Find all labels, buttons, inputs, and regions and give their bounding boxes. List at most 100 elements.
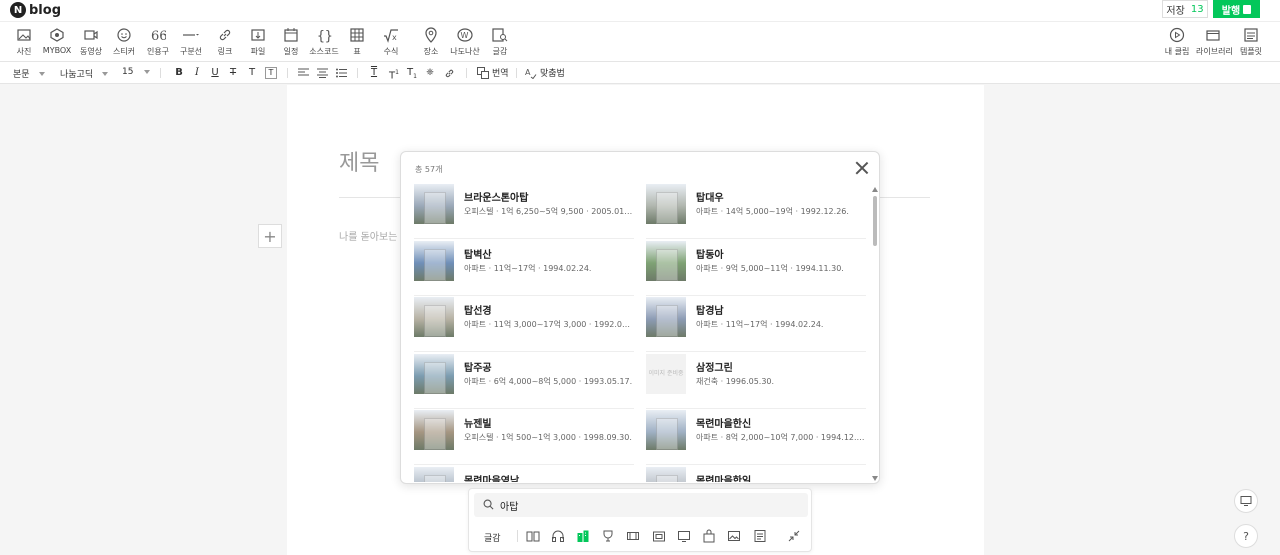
table-icon <box>350 28 364 42</box>
tv-icon[interactable] <box>652 529 666 543</box>
result-item[interactable]: 뉴젠빌 오피스텔 · 1억 500~1억 3,000 · 1998.09.30. <box>414 408 634 465</box>
calendar-icon <box>284 28 298 42</box>
result-item[interactable]: 탑경남 아파트 · 11억~17억 · 1994.02.24. <box>646 295 866 352</box>
toolbar-item-quote[interactable]: 66 인용구 <box>141 27 175 57</box>
publish-button[interactable]: 발행 <box>1213 0 1260 18</box>
building-thumbnail <box>646 240 686 281</box>
result-item[interactable]: 탑선경 아파트 · 11억 3,000~17억 3,000 · 1992.08..… <box>414 295 634 352</box>
result-item[interactable]: 이미지 준비중 삼정그린 재건축 · 1996.05.30. <box>646 352 866 409</box>
scrollbar-thumb[interactable] <box>873 196 877 246</box>
monitor-icon[interactable] <box>677 529 691 543</box>
save-count: 13 <box>1190 3 1204 15</box>
font-size-select[interactable]: 15 <box>122 67 151 77</box>
search-input[interactable] <box>500 497 780 513</box>
publish-label: 발행 <box>1221 5 1241 17</box>
result-item[interactable]: 목련마을한신 아파트 · 8억 2,000~10억 7,000 · 1994.12… <box>646 408 866 465</box>
line-height-icon[interactable]: T <box>368 67 380 79</box>
result-name: 탑동아 <box>696 249 724 261</box>
toolbar-item-profile[interactable]: W 나도나산 <box>448 27 482 57</box>
translate-icon <box>477 66 489 79</box>
result-meta: 재건축 · 1996.05.30. <box>696 376 775 386</box>
mybox-icon <box>50 28 64 42</box>
building-shape <box>424 248 446 281</box>
book-icon[interactable] <box>526 529 540 543</box>
strikethrough-icon[interactable]: T <box>227 67 239 79</box>
toolbar-item-table[interactable]: 표 <box>340 27 374 57</box>
help-button[interactable]: ? <box>1234 524 1258 548</box>
toolbar-item-file[interactable]: 파일 <box>241 27 275 57</box>
trophy-icon[interactable] <box>601 529 615 543</box>
result-item[interactable]: 탑주공 아파트 · 6억 4,000~8억 5,000 · 1993.05.17. <box>414 352 634 409</box>
toolbar-item-code[interactable]: {} 소스코드 <box>307 27 341 57</box>
bag-icon[interactable] <box>702 529 716 543</box>
special-char-icon[interactable]: ❈ <box>424 67 436 79</box>
blog-logo[interactable]: N blog <box>10 2 61 18</box>
result-item[interactable]: 목련마을한일 <box>646 465 866 482</box>
toolbar-item-place[interactable]: 장소 <box>414 27 448 57</box>
spellcheck-button[interactable]: A 맞춤법 <box>525 66 565 80</box>
building-shape <box>656 192 678 224</box>
toolbar-item-formula[interactable]: x 수식 <box>374 27 408 57</box>
toolbar-item-sticker[interactable]: 스티커 <box>107 27 141 57</box>
link-icon[interactable] <box>444 68 455 79</box>
preview-monitor-button[interactable] <box>1234 489 1258 513</box>
underline-icon[interactable]: U <box>209 67 221 79</box>
toolbar-item-template[interactable]: 템플릿 <box>1234 27 1268 57</box>
play-icon <box>1169 27 1185 43</box>
building-thumbnail <box>414 297 454 337</box>
bold-icon[interactable]: B <box>173 67 185 79</box>
building-shape <box>424 361 446 394</box>
image-icon[interactable] <box>727 529 741 543</box>
toolbar-item-library[interactable]: 라이브러리 <box>1196 27 1233 57</box>
toolbar-item-video[interactable]: 동영상 <box>74 27 108 57</box>
body-input[interactable]: 나를 돋아보는 <box>339 228 397 243</box>
result-name: 브라운스톤아탑 <box>464 193 529 204</box>
align-center-icon[interactable] <box>317 68 328 78</box>
text-background-icon[interactable]: T <box>265 67 277 79</box>
toolbar-item-photo[interactable]: 사진 <box>7 27 41 57</box>
toolbar-item-divider[interactable]: 구분선 <box>174 27 208 57</box>
scroll-up-arrow-icon[interactable] <box>872 187 878 192</box>
svg-text:{}: {} <box>317 29 332 43</box>
toolbar-item-material[interactable]: 글감 <box>483 27 517 57</box>
result-meta: 아파트 · 14억 5,000~19억 · 1992.12.26. <box>696 207 849 216</box>
toolbar-item-mybox[interactable]: MYBOX <box>40 27 74 55</box>
search-doc-icon <box>492 28 508 42</box>
save-button[interactable]: 저장 13 <box>1162 0 1208 18</box>
results-list: 브라운스톤아탑오피스텔 · 1억 6,250~5억 9,500 · 2005.0… <box>414 182 866 482</box>
building-icon[interactable] <box>576 529 590 543</box>
text-color-icon[interactable]: T <box>246 67 258 79</box>
top-bar: N blog 저장 13 발행 <box>0 0 1280 22</box>
list-icon[interactable] <box>336 68 347 78</box>
paragraph-style-select[interactable]: 본문 <box>13 67 45 80</box>
doc-icon[interactable] <box>753 529 767 543</box>
toolbar-item-link[interactable]: 링크 <box>208 27 242 57</box>
building-thumbnail <box>414 466 454 482</box>
close-icon[interactable] <box>855 161 869 175</box>
subscript-icon[interactable]: T1 <box>406 67 418 80</box>
result-meta: 오피스텔 · 1억 6,250~5억 9,500 · 2005.01.... <box>464 207 634 216</box>
headphones-icon[interactable] <box>551 529 565 543</box>
result-item[interactable]: 탑대우 아파트 · 14억 5,000~19억 · 1992.12.26. <box>646 182 866 239</box>
building-shape <box>656 418 678 450</box>
toolbar-item-schedule[interactable]: 일정 <box>274 27 308 57</box>
translate-button[interactable]: 번역 <box>477 66 509 79</box>
align-left-icon[interactable] <box>298 68 309 78</box>
result-item[interactable]: 탑벽산 아파트 · 11억~17억 · 1994.02.24. <box>414 239 634 296</box>
building-shape <box>656 474 678 482</box>
divider <box>287 68 288 78</box>
scroll-down-arrow-icon[interactable] <box>872 476 878 481</box>
result-item[interactable]: 브라운스톤아탑오피스텔 · 1억 6,250~5억 9,500 · 2005.0… <box>414 182 634 239</box>
add-component-button[interactable]: + <box>258 224 282 248</box>
toolbar-item-my-clip[interactable]: 내 클립 <box>1160 27 1194 57</box>
superscript-icon[interactable]: T1 <box>388 67 400 81</box>
italic-icon[interactable]: I <box>191 67 203 79</box>
result-item[interactable]: 목련마을영남 <box>414 465 634 482</box>
chevron-down-icon <box>38 71 45 76</box>
result-item[interactable]: 탑동아 아파트 · 9억 5,000~11억 · 1994.11.30. <box>646 239 866 296</box>
ticket-icon[interactable] <box>626 529 640 543</box>
font-select[interactable]: 나눔고딕 <box>60 67 109 80</box>
quote-icon: 66 <box>151 29 166 43</box>
title-input[interactable]: 제목 <box>339 145 379 177</box>
collapse-icon[interactable] <box>787 529 801 543</box>
